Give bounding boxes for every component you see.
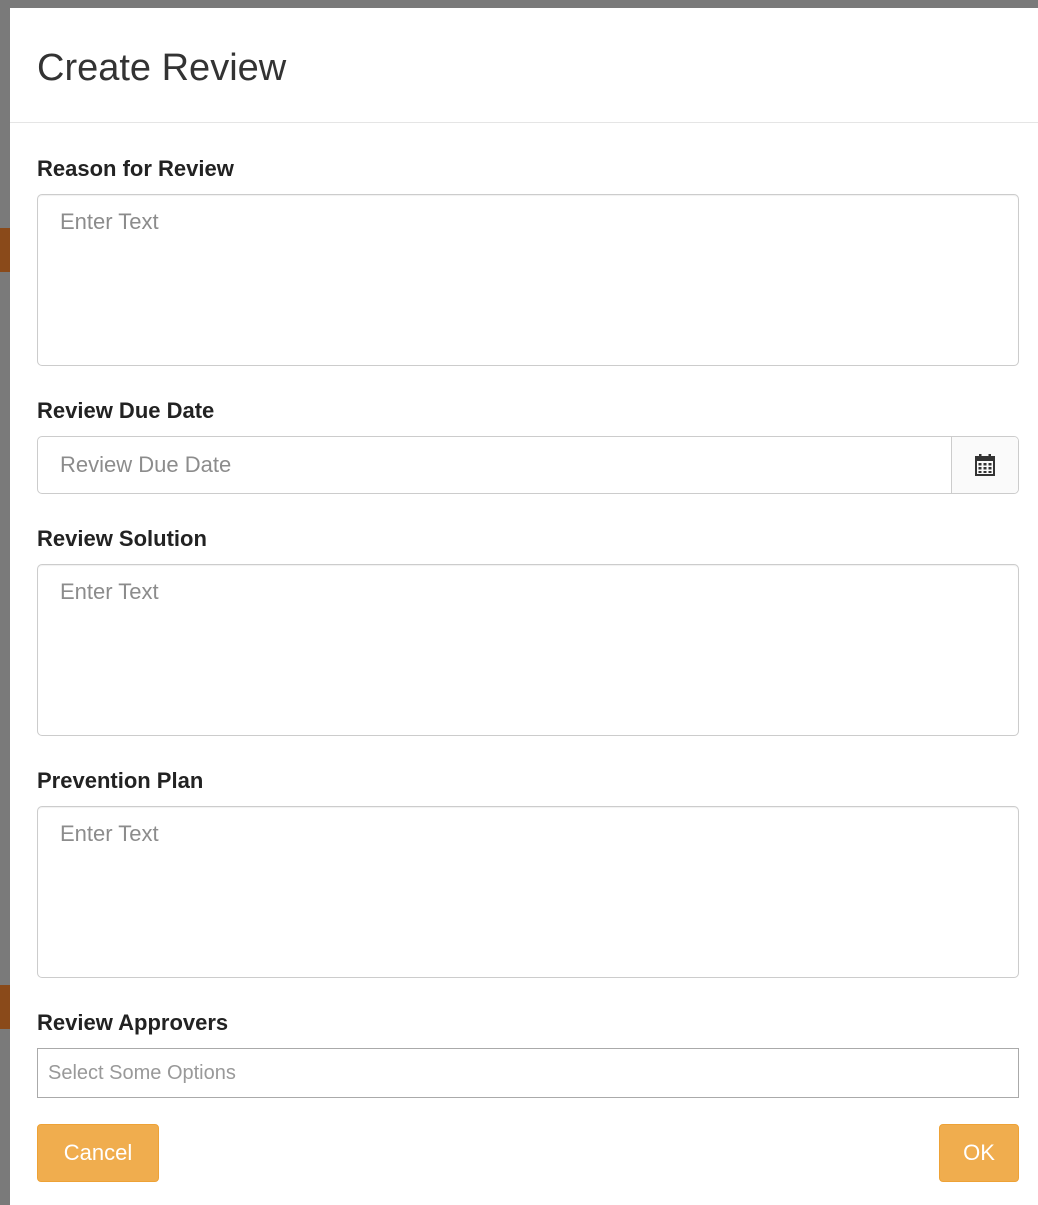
- due-date-group: [37, 436, 1019, 494]
- reason-label: Reason for Review: [37, 156, 234, 181]
- ok-button[interactable]: OK: [939, 1124, 1019, 1182]
- background-accent: [0, 985, 10, 1029]
- cancel-button[interactable]: Cancel: [37, 1124, 159, 1182]
- modal-header: Create Review: [10, 8, 1038, 123]
- prevention-textarea[interactable]: [37, 806, 1019, 978]
- calendar-icon: [975, 454, 995, 476]
- solution-textarea[interactable]: [37, 564, 1019, 736]
- approvers-label: Review Approvers: [37, 1010, 229, 1035]
- solution-label: Review Solution: [37, 526, 207, 551]
- due-date-input[interactable]: [38, 437, 951, 493]
- background-accent: [0, 228, 10, 272]
- approvers-multiselect[interactable]: Select Some Options: [37, 1048, 1019, 1098]
- calendar-button[interactable]: [951, 437, 1018, 493]
- prevention-label: Prevention Plan: [37, 768, 204, 793]
- reason-textarea[interactable]: [37, 194, 1019, 366]
- modal-title: Create Review: [37, 47, 287, 89]
- approvers-placeholder: Select Some Options: [48, 1061, 236, 1084]
- create-review-dialog: Create Review Reason for Review Review D…: [10, 8, 1038, 1205]
- due-date-label: Review Due Date: [37, 398, 215, 423]
